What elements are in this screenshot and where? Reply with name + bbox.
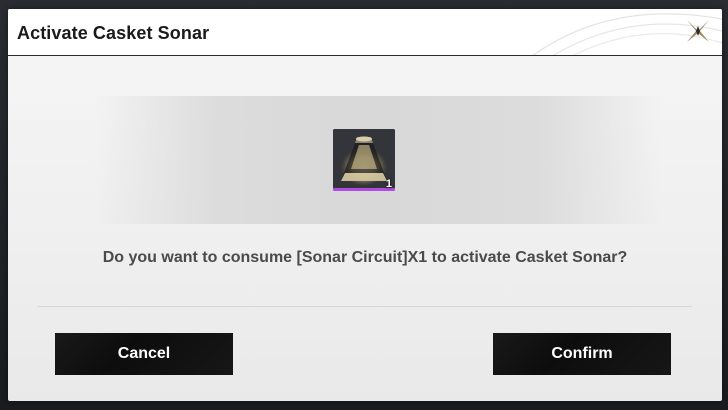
header-divider	[8, 55, 722, 56]
cancel-button-label: Cancel	[117, 345, 171, 362]
buttons-divider	[38, 306, 692, 307]
confirm-button[interactable]: Confirm	[493, 333, 671, 375]
dialog-header: Activate Casket Sonar	[8, 9, 722, 56]
item-slot-sonar-circuit[interactable]: 1	[333, 129, 395, 191]
confirmation-prompt: Do you want to consume [Sonar Circuit]X1…	[102, 249, 628, 266]
cancel-button[interactable]: Cancel	[55, 333, 233, 375]
dialog-title: Activate Casket Sonar	[17, 23, 210, 43]
activate-casket-sonar-dialog: Activate Casket Sonar 1 Do you want to c…	[8, 9, 722, 401]
close-x-icon	[687, 20, 709, 42]
close-button[interactable]	[684, 17, 712, 45]
item-count: 1	[385, 178, 392, 190]
confirm-button-label: Confirm	[551, 345, 613, 362]
